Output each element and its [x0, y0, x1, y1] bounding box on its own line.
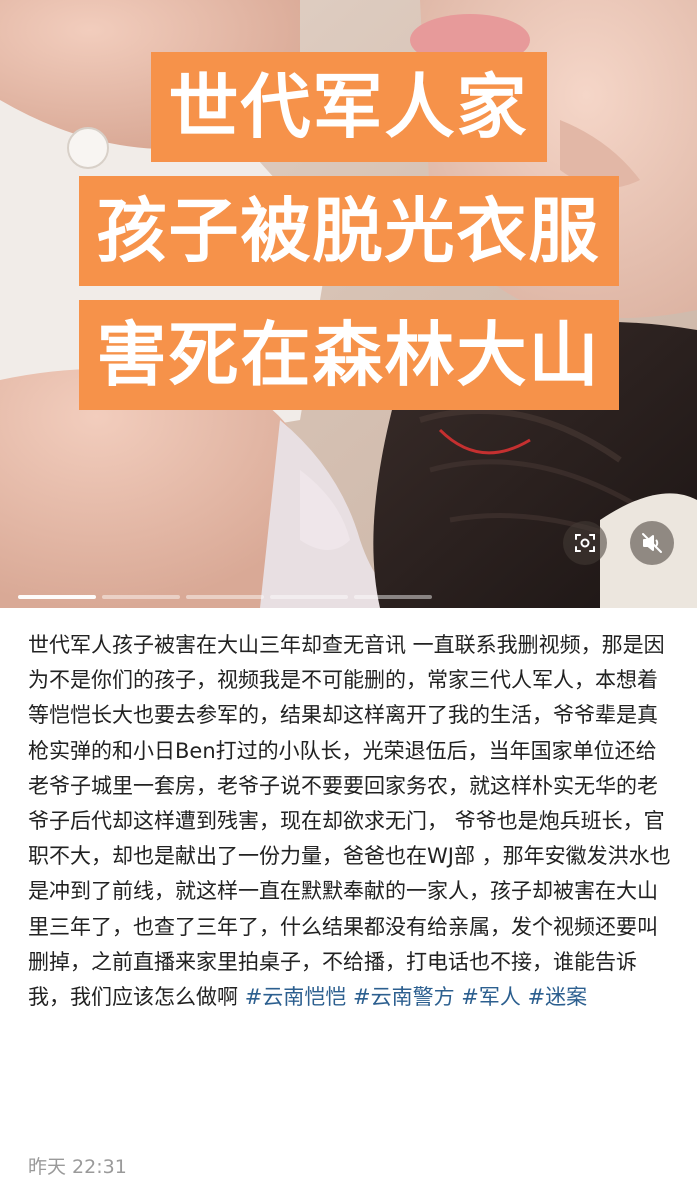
hashtag-link[interactable]: #迷案	[528, 985, 588, 1009]
slide-indicator-2	[102, 595, 180, 599]
scan-button[interactable]	[563, 521, 607, 565]
headline-line-1-text: 世代军人家	[150, 52, 547, 162]
post-timestamp: 昨天 22:31	[28, 1156, 127, 1178]
headline-line-1: 世代军人家	[0, 52, 697, 162]
slide-indicator-4	[270, 595, 348, 599]
headline-line-2: 孩子被脱光衣服	[0, 176, 697, 286]
post-text: 世代军人孩子被害在大山三年却查无音讯 一直联系我删视频，那是因为不是你们的孩子，…	[28, 628, 673, 1015]
headline-line-3-text: 害死在森林大山	[78, 300, 619, 410]
hashtag-link[interactable]: #军人	[461, 985, 521, 1009]
post-media[interactable]: 世代军人家 孩子被脱光衣服 害死在森林大山	[0, 0, 697, 608]
slide-indicator-3	[186, 595, 264, 599]
headline-line-2-text: 孩子被脱光衣服	[78, 176, 619, 286]
hashtag-link[interactable]: #云南恺恺	[245, 985, 347, 1009]
hashtag-link[interactable]: #云南警方	[353, 985, 455, 1009]
scan-icon	[575, 534, 595, 552]
slide-indicator-1	[18, 595, 96, 599]
mute-button[interactable]	[630, 521, 674, 565]
post-body: 世代军人孩子被害在大山三年却查无音讯 一直联系我删视频，那是因为不是你们的孩子，…	[28, 633, 671, 1010]
slide-indicator-5	[354, 595, 432, 599]
headline-line-3: 害死在森林大山	[0, 300, 697, 410]
speaker-muted-icon	[642, 533, 662, 553]
